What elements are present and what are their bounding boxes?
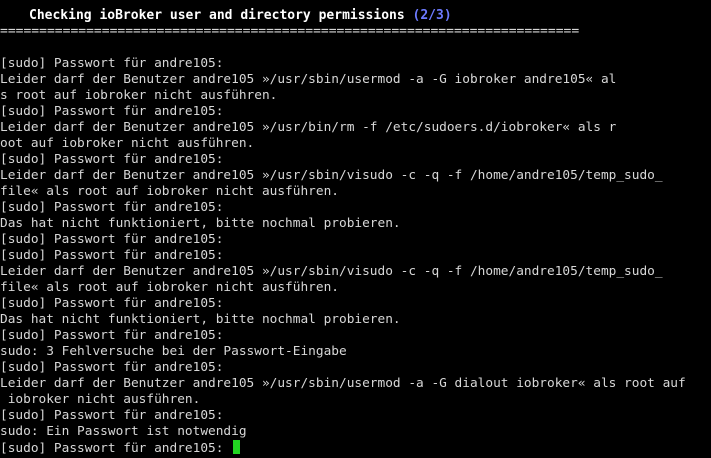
- output-line: Leider darf der Benutzer andre105 »/usr/…: [0, 264, 663, 279]
- output-line: [sudo] Passwort für andre105:: [0, 248, 224, 263]
- output-line: Das hat nicht funktioniert, bitte nochma…: [0, 312, 401, 327]
- output-line: s root auf iobroker nicht ausführen.: [0, 88, 278, 103]
- section-separator: ========================================…: [0, 24, 580, 39]
- output-line: [sudo] Passwort für andre105:: [0, 56, 224, 71]
- output-line: Leider darf der Benutzer andre105 »/usr/…: [0, 168, 663, 183]
- output-line: sudo: Ein Passwort ist notwendig: [0, 424, 247, 439]
- output-line: [sudo] Passwort für andre105:: [0, 408, 224, 423]
- section-title-text: Checking ioBroker user and directory per…: [29, 8, 405, 23]
- output-line: sudo: 3 Fehlversuche bei der Passwort-Ei…: [0, 344, 347, 359]
- output-line: Leider darf der Benutzer andre105 »/usr/…: [0, 72, 617, 87]
- output-line: [sudo] Passwort für andre105:: [0, 152, 224, 167]
- output-line: [sudo] Passwort für andre105:: [0, 200, 224, 215]
- text-cursor[interactable]: [233, 440, 241, 454]
- output-line: [sudo] Passwort für andre105:: [0, 360, 224, 375]
- terminal-window[interactable]: Checking ioBroker user and directory per…: [0, 0, 711, 458]
- output-line: file« als root auf iobroker nicht ausfüh…: [0, 280, 339, 295]
- output-line: Leider darf der Benutzer andre105 »/usr/…: [0, 120, 617, 135]
- output-line: [sudo] Passwort für andre105:: [0, 296, 224, 311]
- output-line: Das hat nicht funktioniert, bitte nochma…: [0, 216, 401, 231]
- section-title: Checking ioBroker user and directory per…: [29, 8, 452, 24]
- output-line: [sudo] Passwort für andre105:: [0, 232, 224, 247]
- password-prompt: [sudo] Passwort für andre105:: [0, 441, 232, 456]
- terminal-output: [sudo] Passwort für andre105: Leider dar…: [0, 56, 711, 456]
- output-line: iobroker nicht ausführen.: [0, 392, 201, 407]
- output-line: oot auf iobroker nicht ausführen.: [0, 136, 255, 151]
- output-line: Leider darf der Benutzer andre105 »/usr/…: [0, 376, 686, 391]
- output-line: [sudo] Passwort für andre105:: [0, 328, 224, 343]
- output-line: [sudo] Passwort für andre105:: [0, 104, 224, 119]
- section-progress: (2/3): [412, 8, 452, 23]
- output-line: file« als root auf iobroker nicht ausfüh…: [0, 184, 339, 199]
- password-prompt-line[interactable]: [sudo] Passwort für andre105:: [0, 440, 711, 456]
